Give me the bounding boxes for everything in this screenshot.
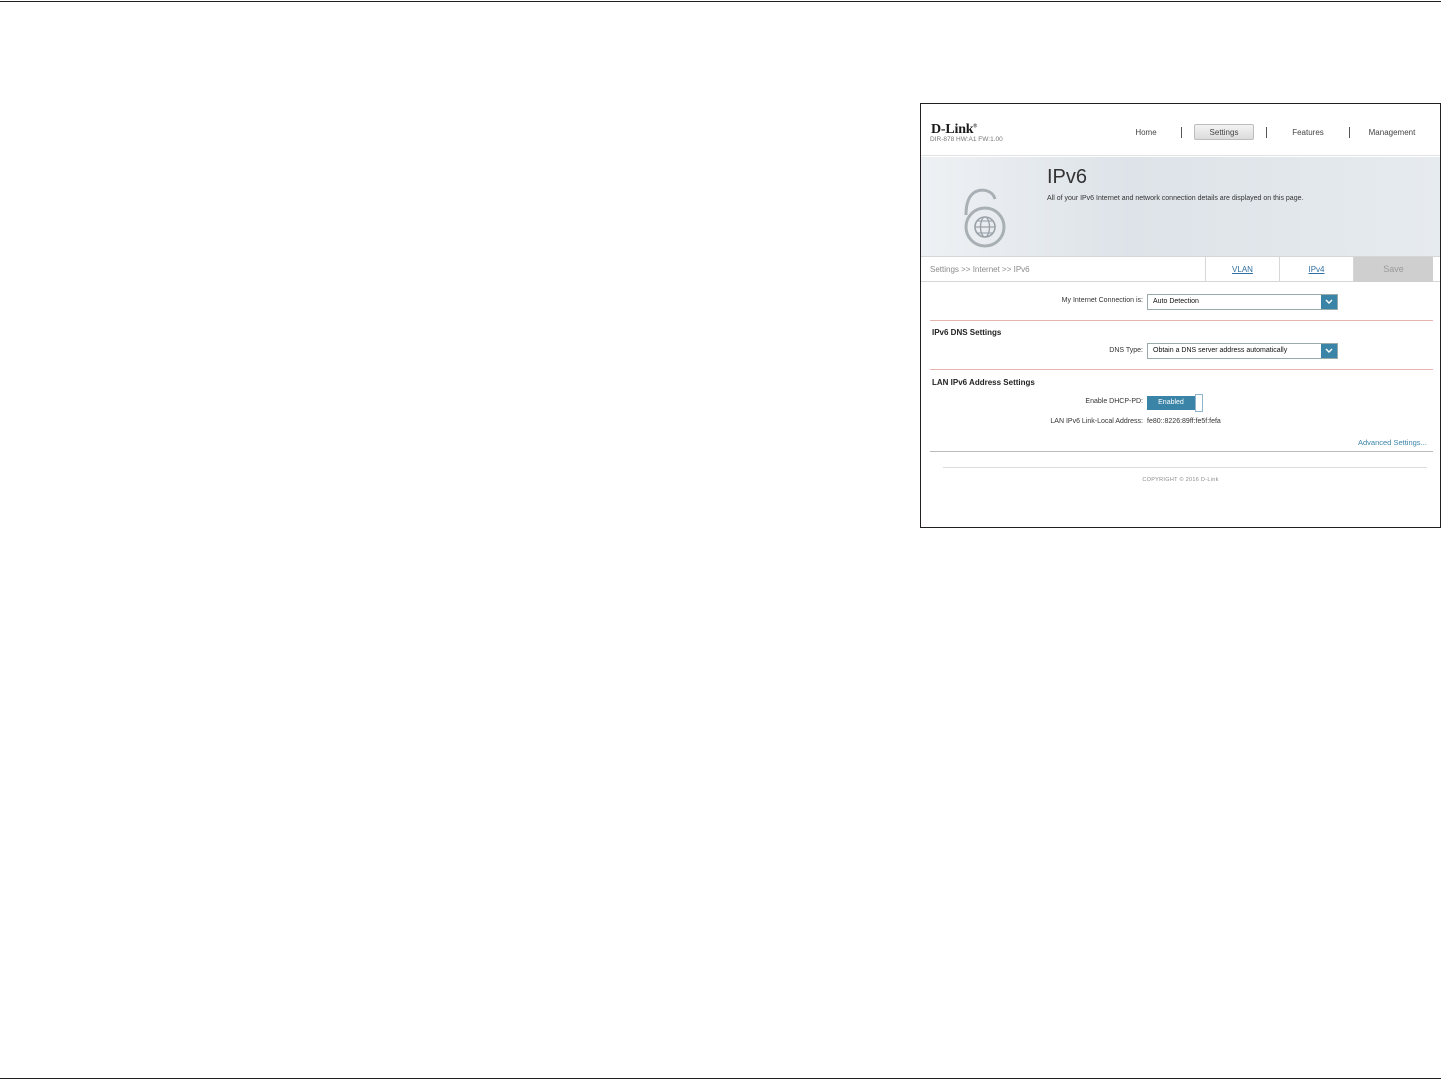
nav-settings[interactable]: Settings <box>1194 124 1254 140</box>
connection-type-select[interactable]: Auto Detection <box>1147 294 1338 310</box>
page-banner: IPv6 All of your IPv6 Internet and netwo… <box>921 157 1440 256</box>
footer-divider <box>930 451 1433 452</box>
router-screenshot: D-Link® DIR-878 HW:A1 FW:1.00 Home Setti… <box>920 103 1441 528</box>
top-rule <box>0 1 1441 2</box>
tab-vlan[interactable]: VLAN <box>1205 257 1279 282</box>
model-info: DIR-878 HW:A1 FW:1.00 <box>930 136 1003 143</box>
page-title: IPv6 <box>1047 166 1088 188</box>
save-button[interactable]: Save <box>1353 257 1433 282</box>
page-description: All of your IPv6 Internet and network co… <box>1047 195 1304 202</box>
connection-label: My Internet Connection is: <box>1061 297 1143 304</box>
ipv6-globe-lock-icon <box>964 188 1006 248</box>
nav-home[interactable]: Home <box>1111 128 1181 137</box>
header: D-Link® DIR-878 HW:A1 FW:1.00 Home Setti… <box>921 104 1440 156</box>
dhcp-pd-label: Enable DHCP-PD: <box>1085 398 1143 405</box>
breadcrumb: Settings >> Internet >> IPv6 <box>930 265 1030 274</box>
footer-line <box>943 467 1427 468</box>
main-nav: Home Settings Features Management <box>1111 123 1434 141</box>
copyright-text: COPYRIGHT © 2016 D-Link <box>1142 477 1219 483</box>
link-local-label: LAN IPv6 Link-Local Address: <box>1050 418 1143 425</box>
bottom-rule <box>0 1078 1441 1079</box>
tab-ipv4[interactable]: IPv4 <box>1279 257 1353 282</box>
nav-management[interactable]: Management <box>1350 128 1434 137</box>
section-divider <box>930 320 1433 321</box>
dhcp-pd-toggle[interactable]: Enabled <box>1147 394 1204 412</box>
dns-type-label: DNS Type: <box>1109 347 1143 354</box>
lan-section-title: LAN IPv6 Address Settings <box>932 378 1035 387</box>
chevron-down-icon[interactable] <box>1321 295 1337 309</box>
dns-type-select[interactable]: Obtain a DNS server address automaticall… <box>1147 343 1338 359</box>
connection-type-value: Auto Detection <box>1153 298 1199 305</box>
chevron-down-icon[interactable] <box>1321 344 1337 358</box>
dhcp-pd-toggle-state: Enabled <box>1147 396 1195 410</box>
advanced-settings-link[interactable]: Advanced Settings... <box>1358 438 1427 447</box>
section-divider <box>930 369 1433 370</box>
dns-section-title: IPv6 DNS Settings <box>932 328 1002 337</box>
nav-separator <box>1181 126 1182 138</box>
link-local-value: fe80::8226:89ff:fe5f:fefa <box>1147 418 1221 425</box>
toggle-knob[interactable] <box>1195 394 1203 412</box>
dns-type-value: Obtain a DNS server address automaticall… <box>1153 347 1288 354</box>
breadcrumb-bar: Settings >> Internet >> IPv6 VLAN IPv4 S… <box>921 256 1440 282</box>
nav-features[interactable]: Features <box>1267 128 1349 137</box>
